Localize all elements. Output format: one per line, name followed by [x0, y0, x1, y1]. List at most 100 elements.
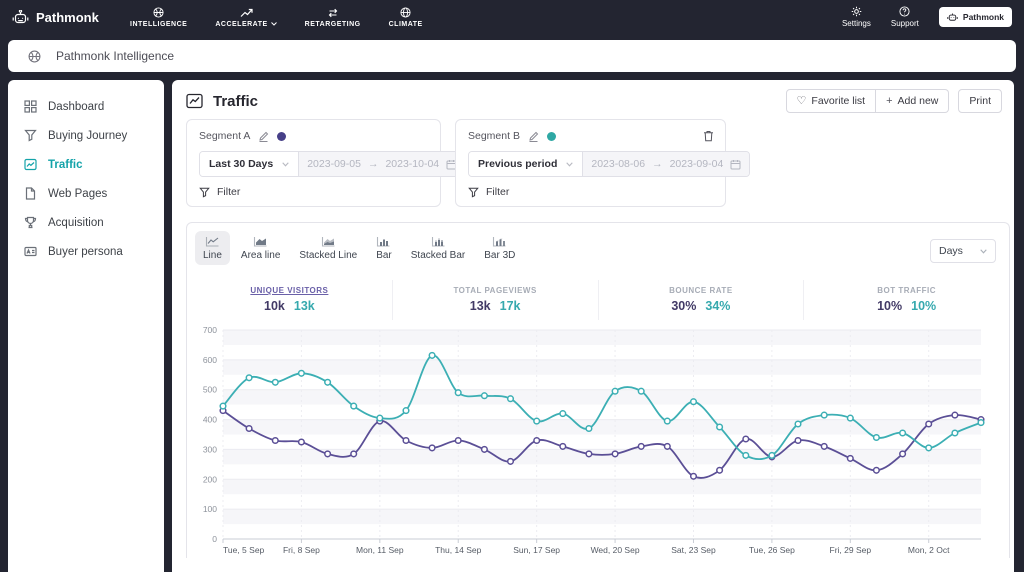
segment-a-name: Segment A	[199, 130, 251, 142]
tab-stacked-line[interactable]: Stacked Line	[291, 231, 365, 265]
date-to: 2023-09-04	[669, 158, 724, 170]
robot-logo-icon	[947, 12, 958, 22]
nav-label: CLIMATE	[388, 20, 423, 28]
intelligence-sphere-icon	[28, 50, 41, 63]
sidebar-item-web-pages[interactable]: Web Pages	[8, 179, 164, 208]
sidebar-item-label: Acquisition	[48, 216, 104, 229]
segment-a-date-range: Last 30 Days 2023-09-05 → 2023-10-04	[199, 151, 467, 177]
accelerate-icon	[240, 8, 253, 18]
settings-label: Settings	[841, 19, 871, 28]
calendar-icon	[730, 159, 741, 170]
metric-label: TOTAL PAGEVIEWS	[453, 286, 537, 295]
print-button[interactable]: Print	[958, 89, 1002, 113]
segment-b-color-dot	[546, 131, 556, 141]
nav-label: ACCELERATE	[215, 20, 268, 28]
segment-b-date-range: Previous period 2023-08-06 → 2023-09-04	[468, 151, 751, 177]
tab-bar-3d[interactable]: Bar 3D	[476, 231, 523, 265]
tab-label: Area line	[240, 250, 281, 261]
nav-label: INTELLIGENCE	[130, 20, 188, 28]
support-button[interactable]: Support	[891, 6, 919, 28]
pathmonk-account-button[interactable]: Pathmonk	[938, 7, 1012, 27]
interval-select[interactable]: Days	[930, 239, 996, 263]
sidebar-item-buyer-persona[interactable]: Buyer persona	[8, 237, 164, 266]
metric-bot-traffic[interactable]: BOT TRAFFIC 10% 10%	[803, 280, 1009, 320]
add-new-button[interactable]: + Add new	[876, 89, 950, 113]
nav-item-accelerate[interactable]: ACCELERATE	[215, 8, 277, 28]
top-nav-bar: Pathmonk INTELLIGENCE ACCELERATE RETARGE…	[0, 0, 1024, 34]
segment-b-name: Segment B	[468, 130, 520, 142]
sidebar-item-label: Dashboard	[48, 100, 105, 113]
chevron-down-icon	[270, 22, 277, 26]
edit-pencil-icon[interactable]	[528, 131, 539, 142]
segment-a-header: Segment A	[199, 130, 428, 142]
segment-a-filter-button[interactable]: Filter	[199, 186, 428, 198]
segment-b-header: Segment B	[468, 130, 713, 142]
filter-label: Filter	[217, 186, 241, 198]
tab-label: Bar 3D	[484, 250, 516, 261]
tab-bar[interactable]: Bar	[368, 231, 400, 265]
svg-text:Sun, 17 Sep: Sun, 17 Sep	[513, 545, 560, 555]
nav-label: RETARGETING	[304, 20, 361, 28]
svg-text:Thu, 14 Sep: Thu, 14 Sep	[435, 545, 482, 555]
gear-icon	[851, 6, 862, 17]
date-to: 2023-10-04	[385, 158, 440, 170]
edit-pencil-icon[interactable]	[258, 131, 269, 142]
svg-text:100: 100	[203, 504, 217, 514]
intelligence-icon	[153, 6, 164, 18]
metric-value-segment-b: 13k	[293, 299, 315, 313]
sidebar-item-acquisition[interactable]: Acquisition	[8, 208, 164, 237]
metric-unique-visitors[interactable]: UNIQUE VISITORS 10k 13k	[187, 280, 392, 320]
segment-b-card: Segment B Previous period 2023-08-06 → 2…	[455, 119, 751, 207]
chevron-down-icon	[566, 161, 574, 167]
settings-button[interactable]: Settings	[842, 6, 871, 28]
tab-line[interactable]: Line	[195, 231, 230, 265]
support-label: Support	[890, 19, 919, 28]
svg-text:Tue, 5 Sep: Tue, 5 Sep	[223, 545, 265, 555]
segment-a-color-dot	[277, 131, 287, 141]
svg-text:500: 500	[203, 385, 217, 395]
delete-segment-trash-icon[interactable]	[703, 130, 714, 142]
metric-value-segment-a: 10%	[877, 299, 903, 313]
metrics-row: UNIQUE VISITORS 10k 13k TOTAL PAGEVIEWS …	[187, 280, 1009, 320]
traffic-title-icon	[186, 93, 203, 109]
date-from: 2023-09-05	[307, 158, 361, 170]
nav-item-retargeting[interactable]: RETARGETING	[305, 8, 361, 28]
nav-item-climate[interactable]: CLIMATE	[388, 6, 423, 28]
svg-text:700: 700	[203, 325, 217, 335]
nav-item-intelligence[interactable]: INTELLIGENCE	[130, 6, 188, 28]
breadcrumb: Pathmonk Intelligence	[8, 40, 1016, 72]
traffic-chart-card: Line Area line Stacked Line Bar Stacked …	[186, 222, 1010, 558]
brand-name: Pathmonk	[36, 9, 99, 25]
dashboard-icon	[24, 100, 37, 113]
bar-chart-icon	[376, 236, 391, 247]
funnel-icon	[24, 129, 37, 142]
segment-b-dates[interactable]: 2023-08-06 → 2023-09-04	[582, 152, 750, 176]
tab-stacked-bar[interactable]: Stacked Bar	[403, 231, 473, 265]
sidebar-item-dashboard[interactable]: Dashboard	[8, 92, 164, 121]
segment-a-dates[interactable]: 2023-09-05 → 2023-10-04	[298, 152, 466, 176]
pathmonk-logo[interactable]: Pathmonk	[12, 9, 130, 25]
segment-a-preset-select[interactable]: Last 30 Days	[200, 152, 299, 176]
svg-text:200: 200	[203, 474, 217, 484]
metric-total-pageviews[interactable]: TOTAL PAGEVIEWS 13k 17k	[391, 280, 598, 320]
segment-a-card: Segment A Last 30 Days 2023-09-05 → 2023…	[186, 119, 467, 207]
metric-bounce-rate[interactable]: BOUNCE RATE 30% 34%	[597, 280, 804, 320]
segment-b-preset-select[interactable]: Previous period	[469, 152, 583, 176]
svg-text:Mon, 11 Sep: Mon, 11 Sep	[356, 545, 404, 555]
interval-value: Days	[939, 245, 963, 257]
heart-icon: ♡	[796, 94, 807, 107]
favorite-list-button[interactable]: ♡ Favorite list	[785, 89, 877, 113]
metric-value-segment-b: 34%	[705, 299, 731, 313]
add-new-label: Add new	[897, 95, 939, 107]
date-from: 2023-08-06	[591, 158, 646, 170]
sidebar-item-buying-journey[interactable]: Buying Journey	[8, 121, 164, 150]
tab-area-line[interactable]: Area line	[233, 231, 288, 265]
top-nav-right: Settings Support Pathmonk	[842, 6, 1012, 28]
tab-label: Stacked Line	[299, 250, 358, 261]
segment-b-filter-button[interactable]: Filter	[468, 186, 713, 198]
main-panel: Traffic ♡ Favorite list + Add new Print …	[172, 80, 1014, 572]
sidebar-item-label: Buying Journey	[48, 129, 128, 142]
account-label: Pathmonk	[962, 12, 1004, 22]
retargeting-icon	[327, 8, 339, 18]
sidebar-item-traffic[interactable]: Traffic	[8, 150, 164, 179]
